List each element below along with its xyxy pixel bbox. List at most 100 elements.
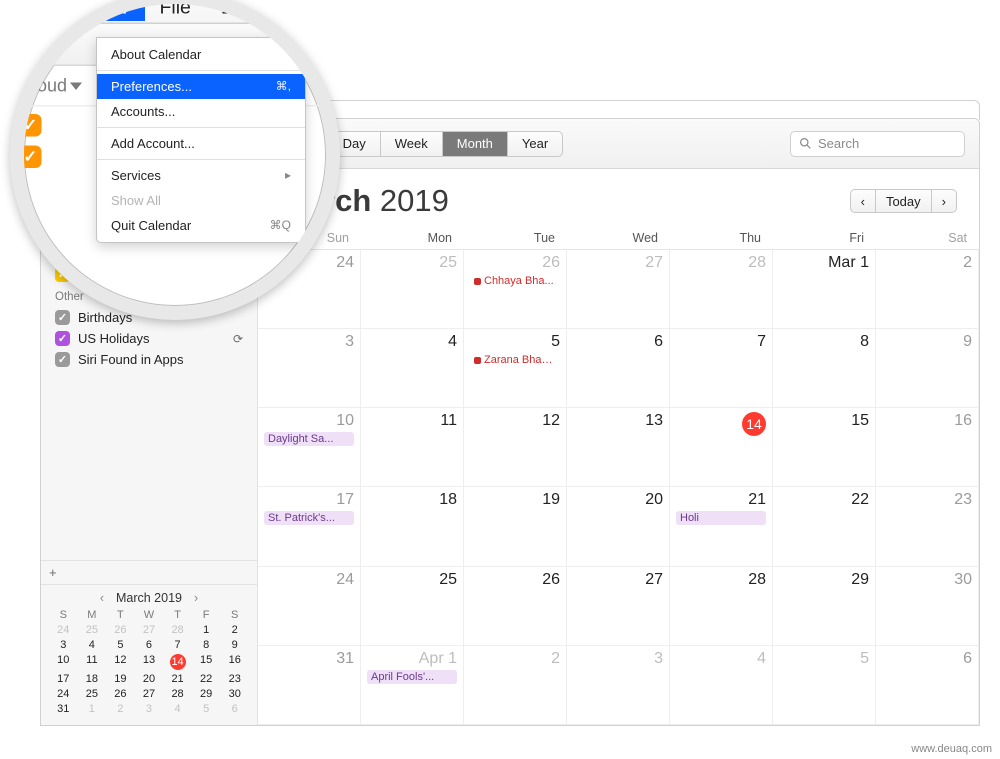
day-cell[interactable]: 5Zarana Bhab... <box>464 329 567 408</box>
day-cell[interactable]: 3 <box>258 329 361 408</box>
mini-day[interactable]: 25 <box>78 688 107 700</box>
mini-prev-button[interactable]: ‹ <box>96 591 108 605</box>
day-cell[interactable]: 13 <box>567 408 670 487</box>
mini-day[interactable]: 3 <box>49 639 78 651</box>
day-cell[interactable]: 17St. Patrick's... <box>258 487 361 566</box>
mini-day[interactable]: 4 <box>78 639 107 651</box>
mini-day[interactable]: 1 <box>192 624 221 636</box>
day-cell[interactable]: 10Daylight Sa... <box>258 408 361 487</box>
event-pill[interactable]: Chhaya Bha... <box>470 274 560 288</box>
mini-day[interactable]: 5 <box>106 639 135 651</box>
day-cell[interactable]: 19 <box>464 487 567 566</box>
day-cell[interactable]: 27 <box>567 567 670 646</box>
day-cell[interactable]: 9 <box>876 329 979 408</box>
month-grid[interactable]: 242526Chhaya Bha...2728Mar 12345Zarana B… <box>258 250 979 725</box>
mini-day[interactable]: 31 <box>49 703 78 715</box>
view-month-button[interactable]: Month <box>443 132 508 156</box>
menu-item[interactable]: Quit Calendar⌘Q <box>97 213 305 238</box>
event-pill[interactable]: Holi <box>676 511 766 525</box>
day-cell[interactable]: 22 <box>773 487 876 566</box>
mini-day[interactable]: 26 <box>106 688 135 700</box>
mini-day[interactable]: 25 <box>78 624 107 636</box>
menu-file[interactable]: File <box>144 0 205 21</box>
day-cell[interactable]: 23 <box>876 487 979 566</box>
mini-next-button[interactable]: › <box>190 591 202 605</box>
prev-month-button[interactable]: ‹ <box>850 189 876 213</box>
mini-day[interactable]: 6 <box>220 703 249 715</box>
event-pill[interactable]: Daylight Sa... <box>264 432 354 446</box>
day-cell[interactable]: 16 <box>876 408 979 487</box>
menu-item[interactable]: Add Account... <box>97 131 305 156</box>
menu-item[interactable]: About Calendar <box>97 42 305 67</box>
mini-day[interactable]: 13 <box>135 654 164 670</box>
calendar-list-item[interactable]: ✓Siri Found in Apps <box>51 349 247 370</box>
day-cell[interactable]: 4 <box>670 646 773 725</box>
mini-day[interactable]: 19 <box>106 673 135 685</box>
day-cell[interactable]: 25 <box>361 567 464 646</box>
day-cell[interactable]: 2 <box>464 646 567 725</box>
checkbox-icon[interactable]: ✓ <box>55 352 70 367</box>
day-cell[interactable]: 4 <box>361 329 464 408</box>
mini-day[interactable]: 26 <box>106 624 135 636</box>
calendar-list-item[interactable]: ✓US Holidays⟳ <box>51 328 247 349</box>
day-cell[interactable]: 6 <box>876 646 979 725</box>
day-cell[interactable]: 29 <box>773 567 876 646</box>
mini-day[interactable]: 28 <box>163 624 192 636</box>
mini-day[interactable]: 18 <box>78 673 107 685</box>
day-cell[interactable]: 5 <box>773 646 876 725</box>
day-cell[interactable]: 12 <box>464 408 567 487</box>
day-cell[interactable]: 18 <box>361 487 464 566</box>
day-cell[interactable]: 3 <box>567 646 670 725</box>
day-cell[interactable]: 28 <box>670 250 773 329</box>
mini-day[interactable]: 28 <box>163 688 192 700</box>
checkbox-icon[interactable]: ✓ <box>19 114 42 137</box>
day-cell[interactable]: 21Holi <box>670 487 773 566</box>
mini-day[interactable]: 14 <box>170 654 186 670</box>
menu-item[interactable]: Accounts... <box>97 99 305 124</box>
day-cell[interactable]: 7 <box>670 329 773 408</box>
mini-day[interactable]: 21 <box>163 673 192 685</box>
day-cell[interactable]: 31 <box>258 646 361 725</box>
day-cell[interactable]: 28 <box>670 567 773 646</box>
mini-day[interactable]: 29 <box>192 688 221 700</box>
day-cell[interactable]: Apr 1April Fools'... <box>361 646 464 725</box>
add-calendar-button[interactable]: + <box>41 560 257 584</box>
event-pill[interactable]: Zarana Bhab... <box>470 353 560 367</box>
mini-day[interactable]: 3 <box>135 703 164 715</box>
mini-day[interactable]: 27 <box>135 688 164 700</box>
checkbox-icon[interactable]: ✓ <box>19 146 42 169</box>
mini-day[interactable]: 2 <box>220 624 249 636</box>
mini-day[interactable]: 2 <box>106 703 135 715</box>
mini-day[interactable]: 27 <box>135 624 164 636</box>
view-segmented-control[interactable]: Day Week Month Year <box>328 131 564 157</box>
day-cell[interactable]: Mar 1 <box>773 250 876 329</box>
day-cell[interactable]: 6 <box>567 329 670 408</box>
day-cell[interactable]: 24 <box>258 567 361 646</box>
day-cell[interactable]: 26 <box>464 567 567 646</box>
mini-day[interactable]: 6 <box>135 639 164 651</box>
menu-calendar[interactable]: Calendar <box>31 0 144 21</box>
mini-day[interactable]: 24 <box>49 624 78 636</box>
day-cell[interactable]: 15 <box>773 408 876 487</box>
mini-day[interactable]: 15 <box>192 654 221 670</box>
day-cell[interactable]: 20 <box>567 487 670 566</box>
search-field[interactable]: Search <box>790 131 965 157</box>
mini-day[interactable]: 20 <box>135 673 164 685</box>
today-button[interactable]: Today <box>876 189 931 213</box>
mini-day[interactable]: 11 <box>78 654 107 670</box>
mini-day[interactable]: 7 <box>163 639 192 651</box>
mini-day[interactable]: 8 <box>192 639 221 651</box>
mini-day[interactable]: 23 <box>220 673 249 685</box>
menu-edit-partial[interactable]: E <box>206 0 249 21</box>
event-pill[interactable]: St. Patrick's... <box>264 511 354 525</box>
event-pill[interactable]: April Fools'... <box>367 670 457 684</box>
day-cell[interactable]: 8 <box>773 329 876 408</box>
mini-day[interactable]: 4 <box>163 703 192 715</box>
mini-day[interactable]: 1 <box>78 703 107 715</box>
view-year-button[interactable]: Year <box>508 132 562 156</box>
menu-item[interactable]: Preferences...⌘, <box>97 74 305 99</box>
mini-day[interactable]: 24 <box>49 688 78 700</box>
mini-day[interactable]: 5 <box>192 703 221 715</box>
menu-item[interactable]: Services▸ <box>97 163 305 188</box>
day-cell[interactable]: 26Chhaya Bha... <box>464 250 567 329</box>
